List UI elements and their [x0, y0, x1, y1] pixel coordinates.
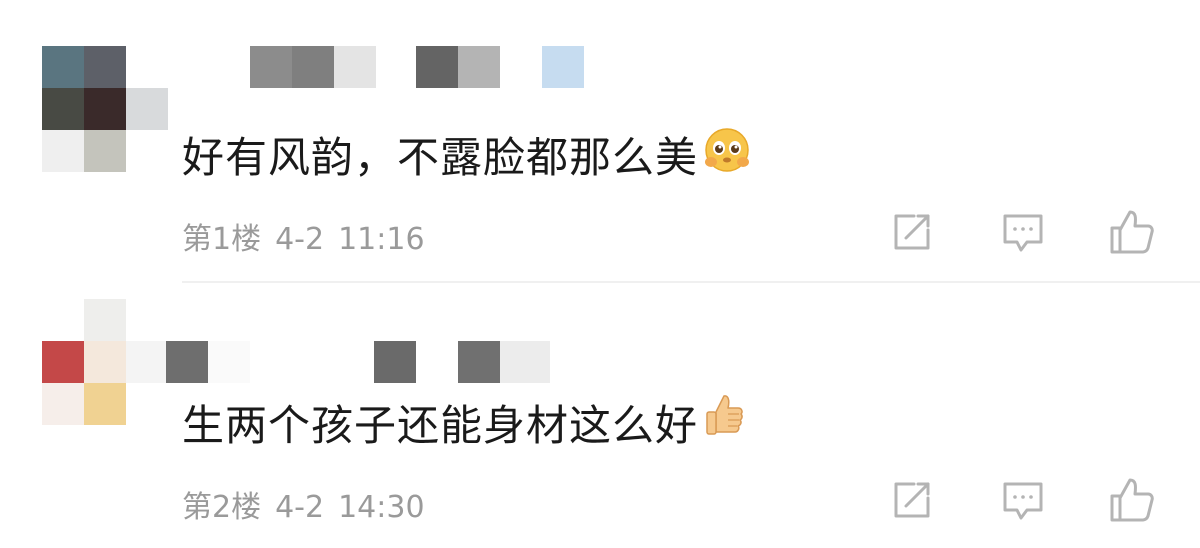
reply-button[interactable] — [999, 476, 1047, 524]
like-icon — [1110, 478, 1154, 522]
comment-text-row: 生两个孩子还能身材这么好 — [182, 394, 746, 450]
thumbs-up-emoji — [702, 392, 746, 452]
comment-time: 14:30 — [338, 490, 425, 525]
comment-meta: 第2楼 4-2 14:30 — [182, 482, 439, 526]
comment-date: 4-2 — [275, 222, 325, 257]
avatar[interactable] — [42, 46, 168, 172]
comment-text: 好有风韵，不露脸都那么美 — [182, 132, 699, 182]
reply-button[interactable] — [999, 208, 1047, 256]
share-button[interactable] — [888, 476, 936, 524]
comment-text: 生两个孩子还能身材这么好 — [182, 400, 699, 450]
floor-label: 第1楼 — [182, 222, 262, 257]
like-button[interactable] — [1108, 476, 1156, 524]
comment-date: 4-2 — [275, 490, 325, 525]
pleading-face-emoji — [702, 124, 752, 184]
comment-item: 生两个孩子还能身材这么好 第2楼 4-2 14:30 — [0, 282, 1200, 548]
floor-label: 第2楼 — [182, 490, 262, 525]
reply-icon — [1003, 482, 1043, 520]
comment-item: 好有风韵，不露脸都那么美 第1楼 4-2 11:16 — [0, 0, 1200, 282]
comment-time: 11:16 — [338, 222, 425, 257]
username-obscured[interactable] — [166, 341, 550, 383]
share-icon — [894, 214, 930, 250]
like-icon — [1110, 210, 1154, 254]
comment-text-row: 好有风韵，不露脸都那么美 — [182, 126, 752, 182]
like-button[interactable] — [1108, 208, 1156, 256]
avatar[interactable] — [42, 299, 168, 425]
reply-icon — [1003, 214, 1043, 252]
share-icon — [894, 482, 930, 518]
share-button[interactable] — [888, 208, 936, 256]
comment-meta: 第1楼 4-2 11:16 — [182, 214, 439, 258]
username-obscured[interactable] — [250, 46, 584, 88]
